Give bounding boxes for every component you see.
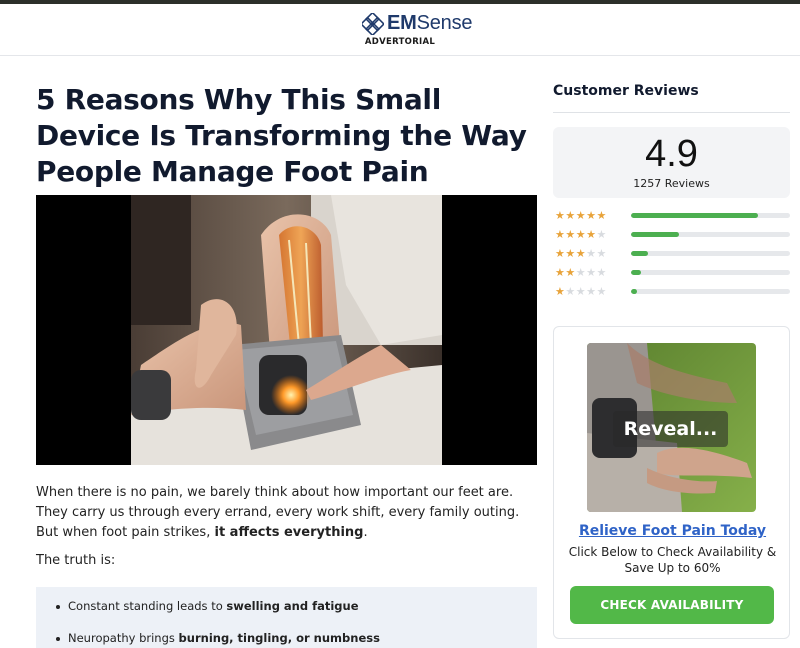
promo-image[interactable]: Reveal...	[587, 343, 756, 512]
rating-bar	[631, 251, 790, 256]
reviews-title: Customer Reviews	[553, 83, 699, 99]
truth-label: The truth is:	[36, 553, 116, 568]
divider	[553, 112, 790, 113]
star-icon: ★	[586, 266, 597, 279]
rating-bar-fill	[631, 213, 759, 218]
star-rating-icon: ★★★★★	[555, 247, 607, 260]
rating-bar	[631, 289, 790, 294]
star-icon: ★	[565, 247, 576, 260]
star-icon: ★	[596, 285, 607, 298]
rating-row: ★★★★★	[555, 285, 790, 298]
star-icon: ★	[596, 209, 607, 222]
rating-bar-fill	[631, 232, 679, 237]
star-rating-icon: ★★★★★	[555, 266, 607, 279]
list-item: Constant standing leads to swelling and …	[56, 599, 359, 613]
star-rating-icon: ★★★★★	[555, 228, 607, 241]
site-header: EMSense ADVERTORIAL	[0, 4, 800, 56]
star-icon: ★	[586, 228, 597, 241]
relieve-foot-pain-link[interactable]: Relieve Foot Pain Today	[554, 523, 791, 539]
promo-card: Reveal... Relieve Foot Pain Today Click …	[553, 326, 790, 639]
intro-emphasis: it affects everything	[214, 525, 364, 540]
rating-row: ★★★★★	[555, 247, 790, 260]
star-icon: ★	[555, 228, 566, 241]
promo-description: Click Below to Check Availability & Save…	[568, 545, 777, 575]
rating-bar-fill	[631, 251, 649, 256]
advertorial-label: ADVERTORIAL	[364, 37, 436, 47]
star-rating-icon: ★★★★★	[555, 209, 607, 222]
star-icon: ★	[565, 228, 576, 241]
star-icon: ★	[565, 285, 576, 298]
reveal-label: Reveal...	[613, 411, 728, 447]
rating-row: ★★★★★	[555, 266, 790, 279]
rating-summary: 4.9 1257 Reviews	[553, 127, 790, 198]
key-points-box: Constant standing leads to swelling and …	[36, 587, 537, 648]
list-item: Neuropathy brings burning, tingling, or …	[56, 631, 380, 645]
hero-image	[36, 195, 537, 465]
rating-bar-fill	[631, 289, 638, 294]
star-icon: ★	[575, 266, 587, 279]
star-icon: ★	[586, 209, 597, 222]
star-icon: ★	[555, 209, 566, 222]
star-icon: ★	[586, 247, 597, 260]
star-icon: ★	[596, 247, 607, 260]
article-headline: 5 Reasons Why This Small Device Is Trans…	[36, 83, 527, 188]
average-score: 4.9	[645, 133, 698, 175]
diamond-knot-icon	[362, 12, 384, 35]
star-icon: ★	[565, 209, 576, 222]
star-icon: ★	[596, 266, 607, 279]
rating-bar-fill	[631, 270, 641, 275]
rating-bar	[631, 213, 790, 218]
star-icon: ★	[555, 266, 566, 279]
review-count: 1257 Reviews	[633, 177, 710, 190]
brand-logo[interactable]: EMSense	[362, 12, 473, 35]
woman-using-knee-massager-image	[131, 195, 442, 465]
intro-paragraph: When there is no pain, we barely think a…	[36, 485, 520, 540]
star-icon: ★	[575, 209, 587, 222]
rating-bar	[631, 270, 790, 275]
star-icon: ★	[565, 266, 576, 279]
star-icon: ★	[586, 285, 597, 298]
star-icon: ★	[575, 228, 587, 241]
rating-row: ★★★★★	[555, 228, 790, 241]
brand-name: EMSense	[387, 12, 473, 34]
rating-row: ★★★★★	[555, 209, 790, 222]
star-rating-icon: ★★★★★	[555, 285, 607, 298]
rating-bar	[631, 232, 790, 237]
star-icon: ★	[575, 247, 587, 260]
check-availability-button[interactable]: CHECK AVAILABILITY	[570, 586, 774, 624]
star-icon: ★	[575, 285, 587, 298]
star-icon: ★	[555, 285, 566, 298]
star-icon: ★	[555, 247, 566, 260]
star-icon: ★	[596, 228, 607, 241]
